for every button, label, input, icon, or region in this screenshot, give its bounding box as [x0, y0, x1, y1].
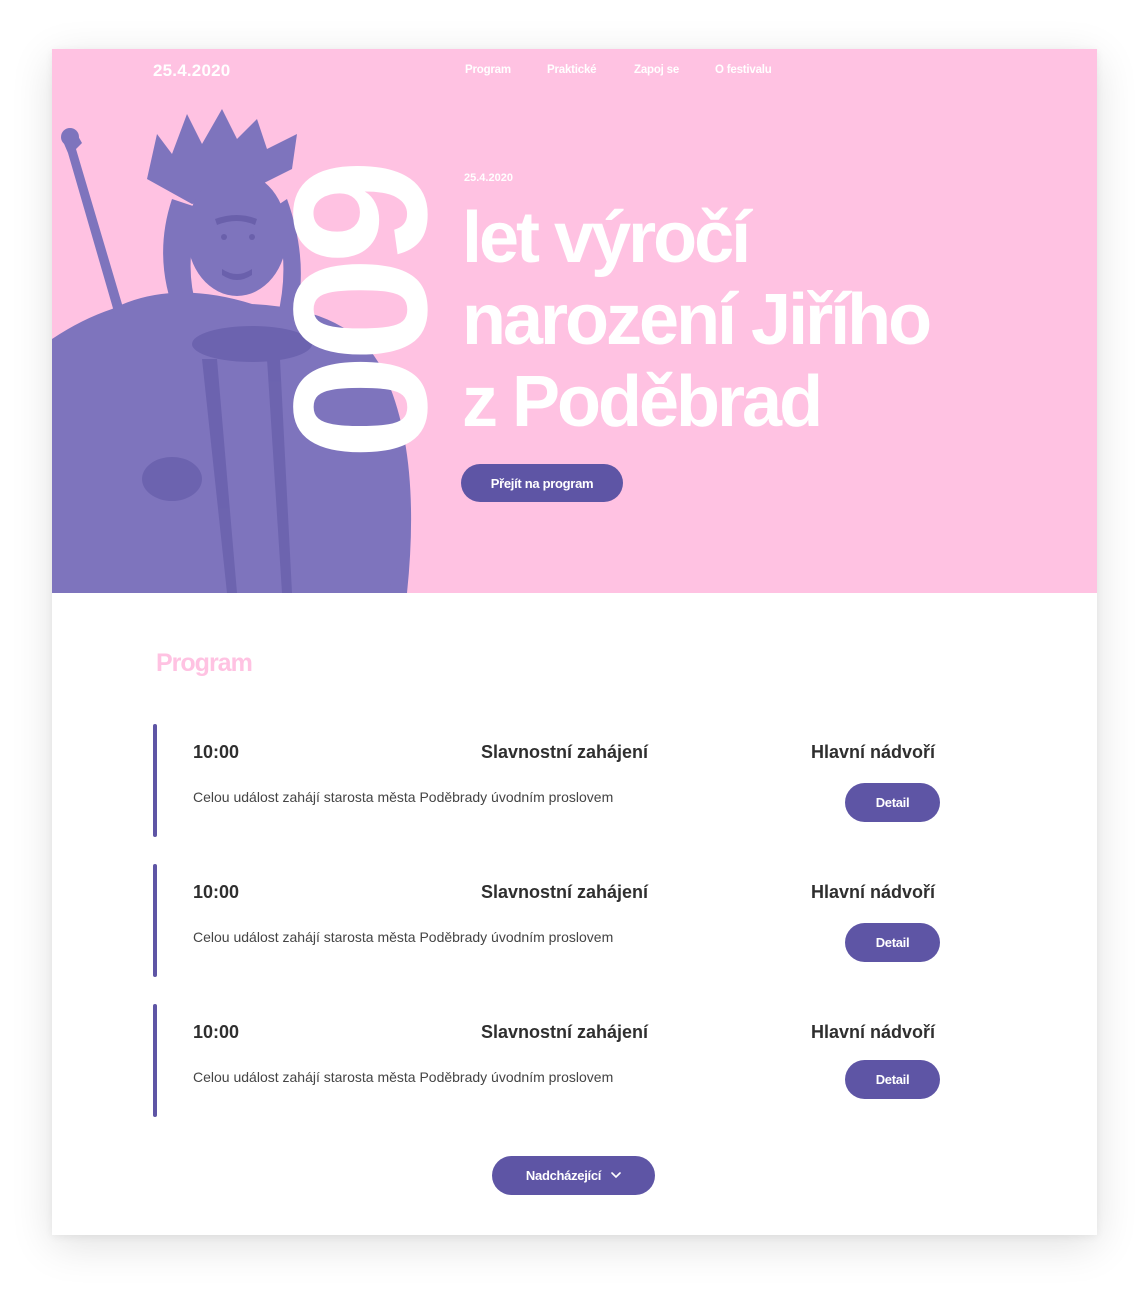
page-frame: 600 25.4.2020 Program Praktické Zapoj se… — [52, 49, 1097, 1235]
big-number-600: 600 — [290, 159, 440, 452]
program-item-description: Celou událost zahájí starosta města Podě… — [193, 789, 614, 805]
hero-title: let výročí narození Jiřího z Poděbrad — [462, 197, 1062, 443]
detail-button[interactable]: Detail — [845, 923, 940, 962]
hero-title-line: narození Jiřího — [462, 280, 932, 360]
nav-o-festivalu[interactable]: O festivalu — [715, 64, 772, 76]
main-nav: Program Praktické Zapoj se O festivalu — [52, 64, 1097, 84]
hero-title-line: z Poděbrad — [462, 362, 823, 442]
program-item-place: Hlavní nádvoří — [811, 742, 936, 762]
program-item-accent-bar — [153, 724, 157, 837]
program-item-description: Celou událost zahájí starosta města Podě… — [193, 1069, 614, 1085]
program-item-time: 10:00 — [193, 742, 240, 762]
program-item-title: Slavnostní zahájení — [481, 742, 649, 762]
program-heading: Program — [156, 649, 253, 677]
hero-section: 600 25.4.2020 Program Praktické Zapoj se… — [52, 49, 1097, 593]
program-item-accent-bar — [153, 864, 157, 977]
nav-prakticke[interactable]: Praktické — [547, 64, 597, 76]
program-item-time: 10:00 — [193, 1022, 240, 1042]
program-item-title: Slavnostní zahájení — [481, 882, 649, 902]
program-item-time: 10:00 — [193, 882, 240, 902]
program-item: 10:00 Slavnostní zahájení Hlavní nádvoří… — [153, 724, 953, 837]
detail-button[interactable]: Detail — [845, 783, 940, 822]
program-item-title: Slavnostní zahájení — [481, 1022, 649, 1042]
hero-date: 25.4.2020 — [464, 172, 513, 184]
nav-program[interactable]: Program — [465, 64, 511, 76]
program-item: 10:00 Slavnostní zahájení Hlavní nádvoří… — [153, 864, 953, 977]
upcoming-button-label: Nadcházející — [525, 1168, 602, 1183]
program-item-description: Celou událost zahájí starosta města Podě… — [193, 929, 614, 945]
big-number-text: 600 — [290, 159, 440, 452]
hero-title-line: let výročí — [462, 198, 751, 278]
program-item-place: Hlavní nádvoří — [811, 882, 936, 902]
go-to-program-button[interactable]: Přejít na program — [461, 464, 623, 502]
program-item-place: Hlavní nádvoří — [811, 1022, 936, 1042]
program-item-accent-bar — [153, 1004, 157, 1117]
detail-button[interactable]: Detail — [845, 1060, 940, 1099]
program-item: 10:00 Slavnostní zahájení Hlavní nádvoří… — [153, 1004, 953, 1117]
chevron-down-icon — [611, 1172, 621, 1179]
nav-zapoj-se[interactable]: Zapoj se — [634, 64, 679, 76]
upcoming-button[interactable]: Nadcházející — [492, 1156, 655, 1195]
